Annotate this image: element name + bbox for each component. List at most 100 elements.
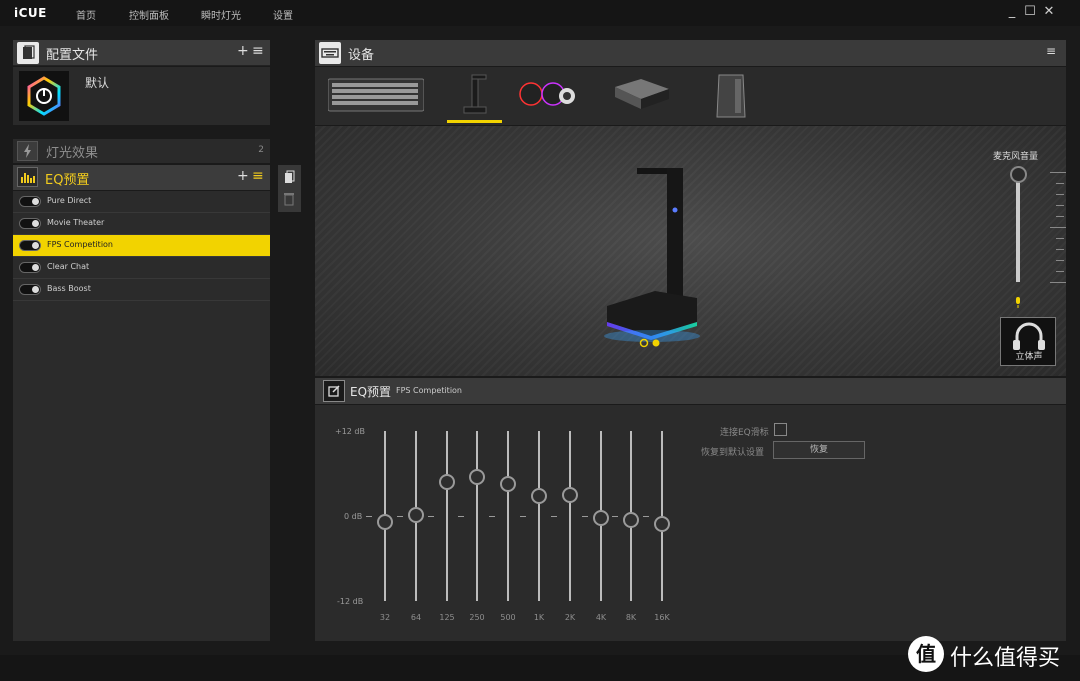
lighting-effects-header[interactable]: 灯光效果 2 [13, 139, 270, 163]
eq-zero-mark [458, 516, 464, 517]
eq-presets-header: EQ预置 + ≡ [13, 165, 270, 190]
eq-freq-label: 32 [379, 613, 391, 622]
preset-label: Movie Theater [47, 218, 105, 227]
eq-zero-mark [643, 516, 649, 517]
device-cooler-fans[interactable] [519, 79, 585, 113]
headset-stand-render [604, 168, 700, 348]
eq-freq-label: 250 [469, 613, 485, 622]
eq-slider-125[interactable] [439, 474, 455, 490]
equalizer-icon [17, 167, 38, 187]
eq-slider-250[interactable] [469, 469, 485, 485]
nav-dashboard[interactable]: 控制面板 [129, 7, 169, 22]
maximize-button[interactable]: ☐ [1022, 4, 1038, 19]
eq-freq-label: 1K [533, 613, 545, 622]
preset-label: Bass Boost [47, 284, 91, 293]
watermark-logo-icon: 值 [908, 636, 944, 672]
eq-zero-mark [582, 516, 588, 517]
eq-preset-clear-chat[interactable]: Clear Chat [13, 257, 270, 279]
device-power-supply[interactable] [611, 77, 671, 115]
eq-freq-label: 500 [500, 613, 516, 622]
link-eq-label: 连接EQ滑标 [720, 428, 769, 438]
device-case[interactable] [715, 73, 749, 123]
eq-slider-4K[interactable] [593, 510, 609, 526]
microphone-icon [1014, 294, 1022, 313]
restore-button[interactable]: 恢复 [773, 441, 865, 459]
eq-zero-mark [489, 516, 495, 517]
preset-toggle[interactable] [19, 284, 41, 295]
eq-presets-title: EQ预置 [45, 173, 90, 188]
devices-title: 设备 [348, 48, 375, 63]
device-keyboard[interactable] [327, 77, 425, 117]
eq-panel-header: EQ预置 FPS Competition [315, 378, 1066, 404]
eq-freq-label: 2K [564, 613, 576, 622]
devices-header: 设备 ≡ [315, 40, 1066, 66]
add-eq-preset-button[interactable]: + [237, 168, 249, 184]
title-bar: iCUE 首页 控制面板 瞬时灯光 设置 _ ☐ ✕ [0, 0, 1080, 26]
eq-zero-mark [397, 516, 403, 517]
eq-freq-label: 8K [625, 613, 637, 622]
device-strip [315, 67, 1066, 125]
eq-preset-movie-theater[interactable]: Movie Theater [13, 213, 270, 235]
mic-volume-label: 麦克风音量 [993, 152, 1039, 162]
watermark: 值 什么值得买 [908, 636, 1080, 676]
eq-slider-500[interactable] [500, 476, 516, 492]
eq-zero-mark [612, 516, 618, 517]
nav-home[interactable]: 首页 [76, 7, 96, 22]
edit-icon[interactable] [323, 380, 345, 402]
device-headset-stand[interactable] [462, 73, 490, 119]
stereo-label: 立体声 [1015, 352, 1043, 362]
preset-toggle[interactable] [19, 240, 41, 251]
eq-zero-mark [366, 516, 372, 517]
add-profile-button[interactable]: + [237, 43, 249, 59]
eq-slider-1K[interactable] [531, 488, 547, 504]
preset-toggle[interactable] [19, 218, 41, 229]
icue-hexagon-icon [27, 76, 61, 116]
close-button[interactable]: ✕ [1041, 4, 1057, 19]
copy-icon[interactable] [283, 169, 295, 183]
db-mid-label: 0 dB [344, 512, 363, 521]
eq-panel-title: EQ预置 [350, 385, 392, 399]
stereo-button[interactable]: 立体声 [1000, 317, 1056, 366]
lighting-effects-title: 灯光效果 [46, 146, 99, 161]
selected-device-indicator [447, 120, 502, 123]
lighting-effects-count: 2 [258, 145, 264, 155]
preset-label: Clear Chat [47, 262, 90, 271]
preset-label: FPS Competition [47, 240, 114, 249]
profiles-menu-button[interactable]: ≡ [252, 43, 264, 59]
eq-freq-label: 64 [410, 613, 422, 622]
eq-preset-pure-direct[interactable]: Pure Direct [13, 191, 270, 213]
preset-toggle[interactable] [19, 262, 41, 273]
eq-presets-menu-button[interactable]: ≡ [252, 168, 264, 184]
device-viewport [315, 126, 1066, 376]
eq-slider-2K[interactable] [562, 487, 578, 503]
eq-slider-16K[interactable] [654, 516, 670, 532]
devices-menu-button[interactable]: ≡ [1046, 44, 1056, 58]
nav-settings[interactable]: 设置 [273, 7, 293, 22]
nav-instant-lighting[interactable]: 瞬时灯光 [201, 7, 241, 22]
eq-slider-32[interactable] [377, 514, 393, 530]
profile-list: 默认 [13, 67, 270, 125]
app-logo: iCUE [14, 6, 47, 20]
eq-slider-64[interactable] [408, 507, 424, 523]
db-bottom-label: -12 dB [337, 597, 364, 606]
mic-volume-slider[interactable] [1010, 166, 1027, 183]
keyboard-icon [319, 42, 341, 64]
profile-name[interactable]: 默认 [85, 74, 109, 91]
eq-preset-list: Pure Direct Movie Theater FPS Competitio… [13, 191, 270, 641]
reset-defaults-label: 恢复到默认设置 [701, 448, 765, 458]
eq-freq-label: 4K [595, 613, 607, 622]
preset-toggle[interactable] [19, 196, 41, 207]
view-dot-2 [652, 339, 660, 347]
mic-volume-track[interactable] [1016, 176, 1020, 282]
profile-item[interactable] [19, 71, 69, 121]
eq-zero-mark [520, 516, 526, 517]
eq-track-2K [569, 431, 571, 601]
minimize-button[interactable]: _ [1004, 4, 1020, 19]
link-eq-checkbox[interactable] [774, 423, 787, 436]
eq-preset-fps-competition[interactable]: FPS Competition [13, 235, 270, 257]
eq-preset-bass-boost[interactable]: Bass Boost [13, 279, 270, 301]
eq-slider-8K[interactable] [623, 512, 639, 528]
profile-icon [17, 42, 39, 64]
trash-icon[interactable] [283, 191, 295, 206]
svg-text:值: 值 [916, 642, 936, 666]
